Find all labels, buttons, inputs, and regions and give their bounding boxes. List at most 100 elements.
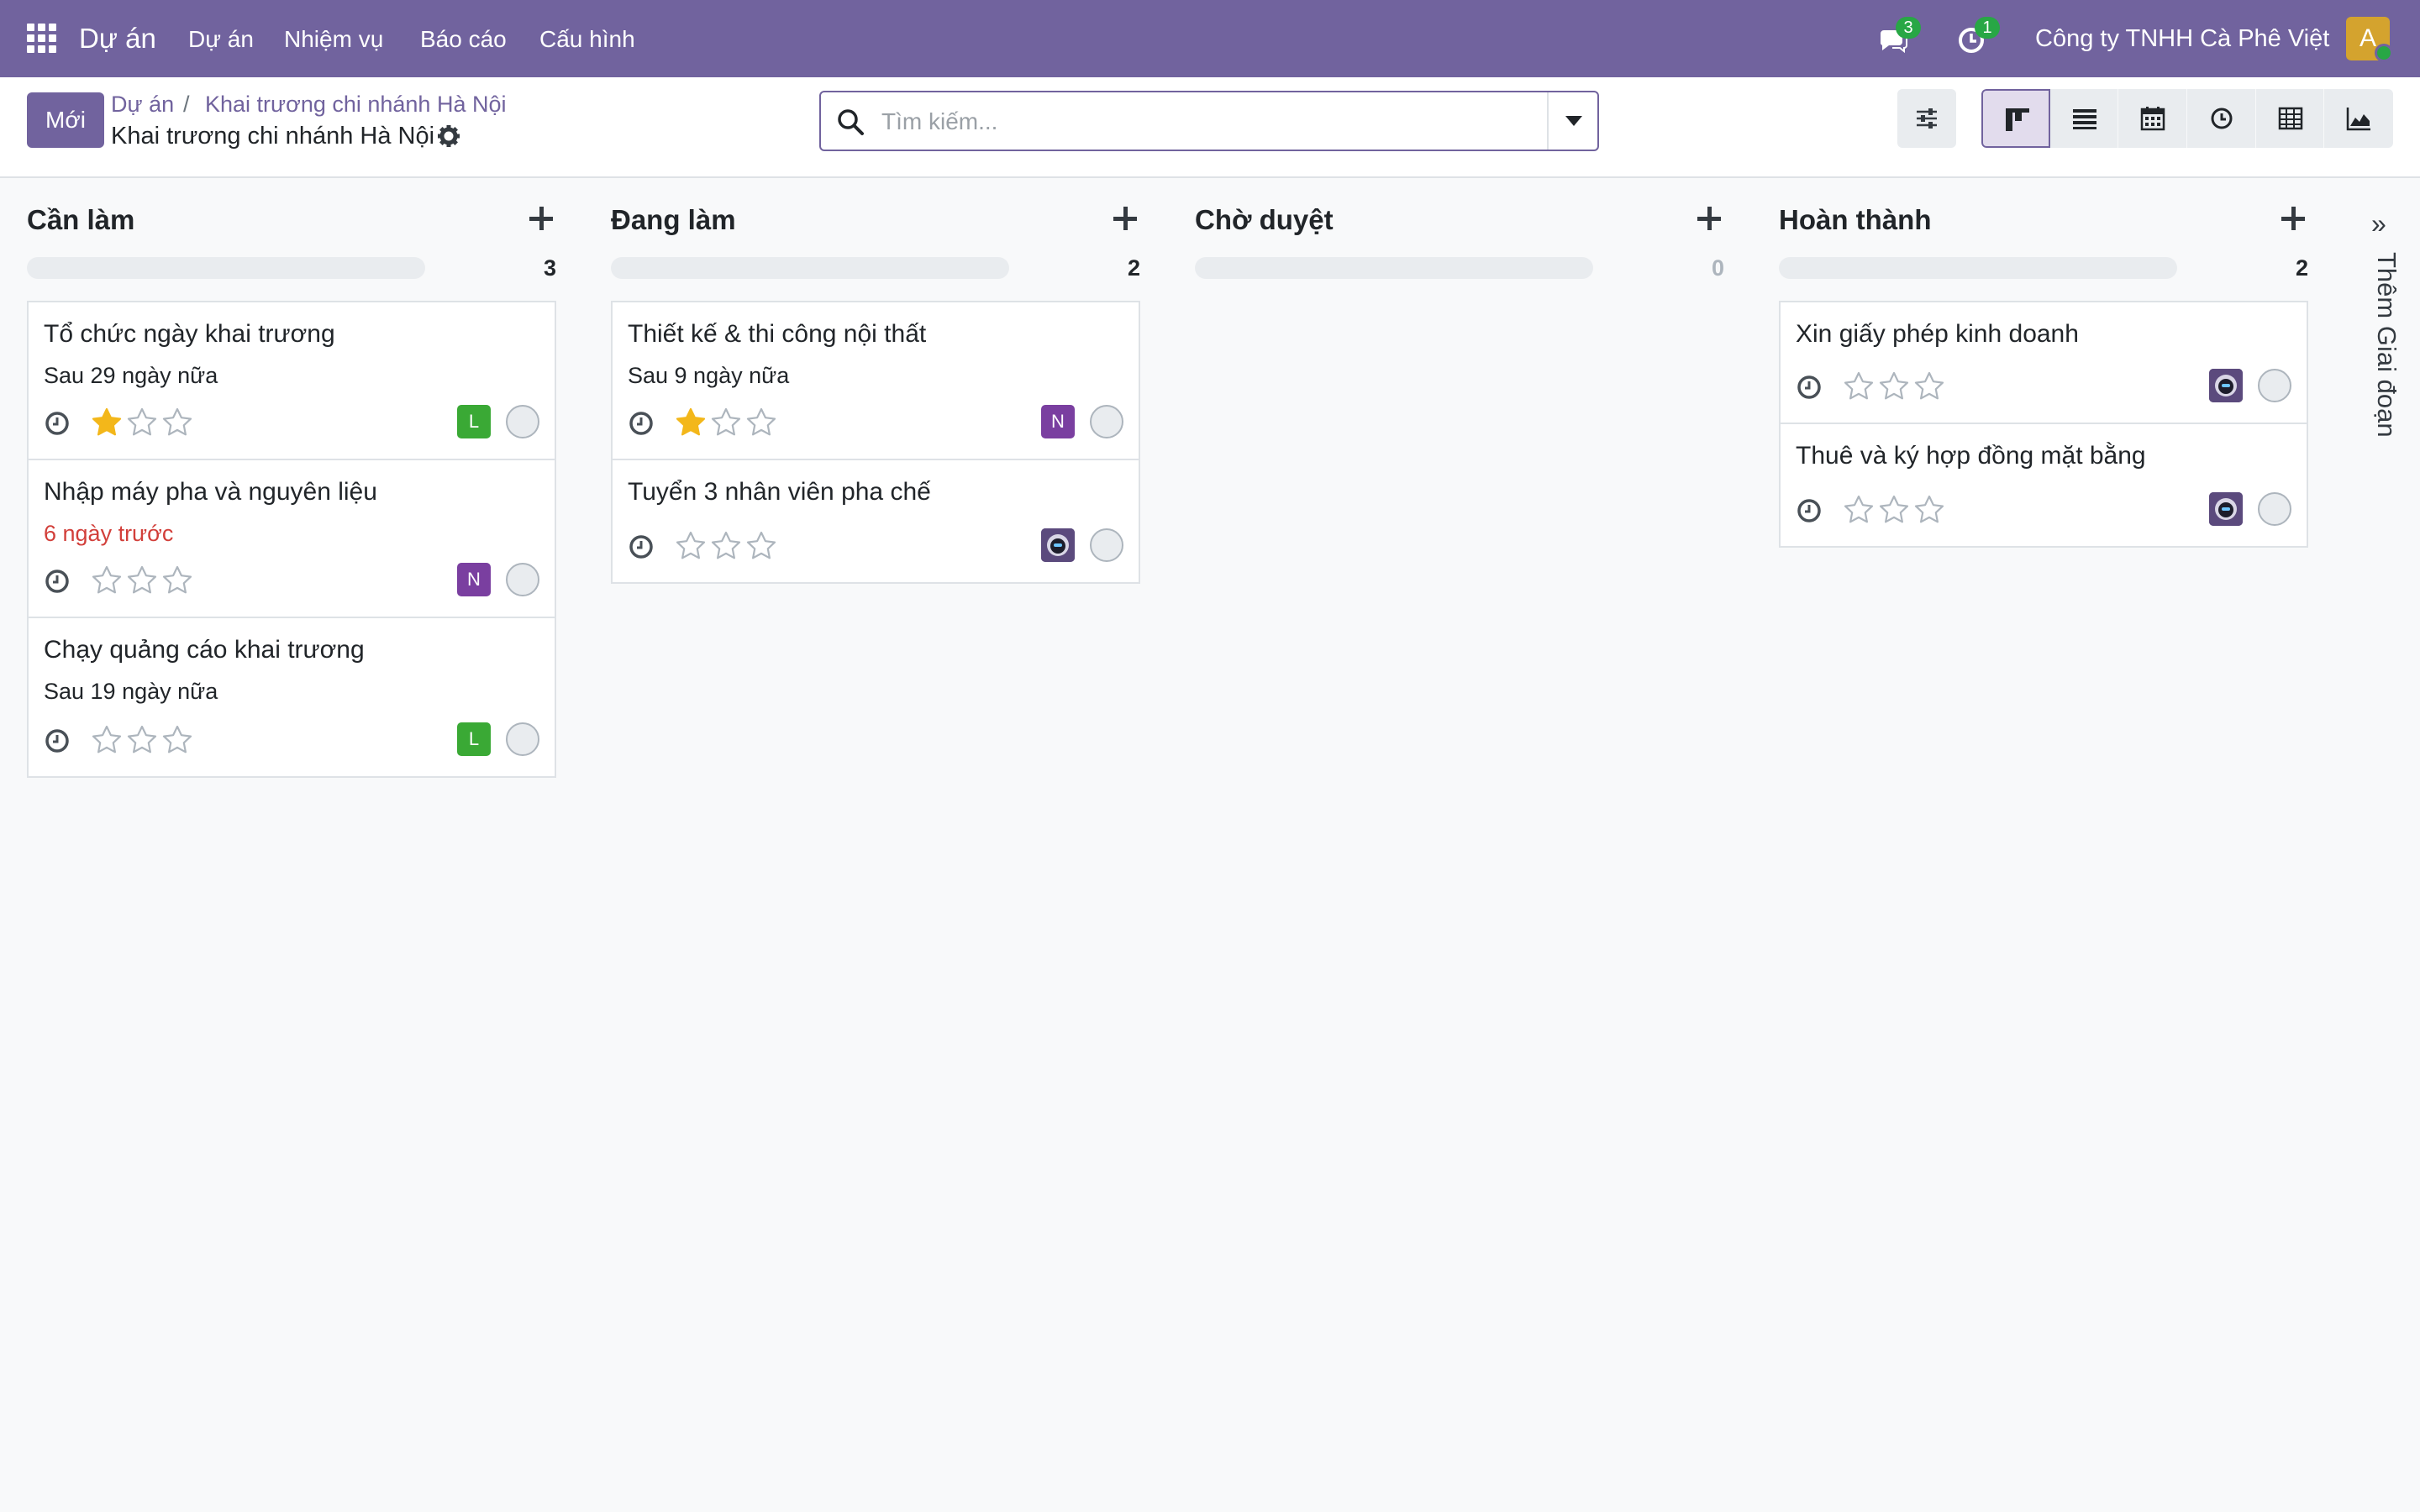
column-title[interactable]: Hoàn thành <box>1779 202 1931 239</box>
activity-clock-icon[interactable] <box>44 727 71 754</box>
star-icon[interactable] <box>745 530 777 562</box>
add-stage-label: Thêm Giai đoạn <box>2372 252 2402 438</box>
star-icon[interactable] <box>1878 494 1910 526</box>
status-circle-icon[interactable] <box>2258 492 2291 526</box>
task-card[interactable]: Chạy quảng cáo khai trương Sau 19 ngày nữ… <box>29 618 555 776</box>
status-circle-icon[interactable] <box>1090 528 1123 562</box>
assignee-avatar[interactable]: L <box>457 405 491 438</box>
star-icon[interactable] <box>675 407 707 438</box>
star-icon[interactable] <box>161 564 193 596</box>
menu-cau-hinh[interactable]: Cấu hình <box>539 25 635 54</box>
view-list-button[interactable] <box>2050 89 2119 148</box>
star-icon[interactable] <box>126 724 158 756</box>
breadcrumb-du-an[interactable]: Dự án <box>111 91 174 118</box>
view-pivot-button[interactable] <box>2256 89 2325 148</box>
star-icon[interactable] <box>161 407 193 438</box>
activity-clock-icon[interactable] <box>1796 497 1823 524</box>
assignee-avatar[interactable]: N <box>457 563 491 596</box>
app-grid-icon[interactable] <box>27 24 57 54</box>
search-input[interactable] <box>881 104 1520 139</box>
status-circle-icon[interactable] <box>506 405 539 438</box>
assignee-avatar[interactable]: N <box>1041 405 1075 438</box>
add-task-icon[interactable] <box>526 203 556 234</box>
status-circle-icon[interactable] <box>506 722 539 756</box>
task-title: Thiết kế & thi công nội thất <box>628 320 927 348</box>
task-card[interactable]: Tổ chức ngày khai trương Sau 29 ngày nữa L <box>29 302 555 460</box>
star-icon[interactable] <box>745 407 777 438</box>
star-icon[interactable] <box>1913 370 1945 402</box>
column-title[interactable]: Cần làm <box>27 202 134 239</box>
view-calendar-button[interactable] <box>2118 89 2188 148</box>
star-icon[interactable] <box>91 407 123 438</box>
new-button[interactable]: Mới <box>27 92 104 148</box>
task-card[interactable]: Thuê và ký hợp đồng mặt bằng <box>1781 424 2307 546</box>
activity-clock-icon[interactable] <box>44 410 71 437</box>
view-activity-button[interactable] <box>2187 89 2256 148</box>
column-title[interactable]: Đang làm <box>611 202 736 239</box>
star-icon[interactable] <box>91 724 123 756</box>
top-navbar: Dự án Dự án Nhiệm vụ Báo cáo Cấu hình 3 … <box>0 0 2420 77</box>
star-icon[interactable] <box>675 530 707 562</box>
task-card[interactable]: Xin giấy phép kinh doanh <box>1781 302 2307 424</box>
task-card[interactable]: Nhập máy pha và nguyên liệu 6 ngày trước N <box>29 460 555 618</box>
star-icon[interactable] <box>91 564 123 596</box>
view-graph-button[interactable] <box>2324 89 2393 148</box>
search-options-toggle[interactable] <box>1547 92 1597 150</box>
view-kanban-button[interactable] <box>1981 89 2050 148</box>
activities-button[interactable]: 1 <box>1956 17 2000 55</box>
task-title: Chạy quảng cáo khai trương <box>44 636 365 664</box>
column-progress-bar[interactable] <box>1195 257 1593 279</box>
star-icon[interactable] <box>710 530 742 562</box>
task-card[interactable]: Thiết kế & thi công nội thất Sau 9 ngày n… <box>613 302 1139 460</box>
app-brand[interactable]: Dự án <box>79 22 156 55</box>
area-chart-icon <box>2347 108 2371 131</box>
breadcrumb-project[interactable]: Khai trương chi nhánh Hà Nội <box>205 91 506 118</box>
card-footer <box>1796 369 2293 402</box>
task-title: Xin giấy phép kinh doanh <box>1796 320 2079 348</box>
filter-settings-button[interactable] <box>1897 89 1956 148</box>
page-title: Khai trương chi nhánh Hà Nội <box>111 123 435 150</box>
assignee-avatar[interactable]: L <box>457 722 491 756</box>
task-card[interactable]: Tuyển 3 nhân viên pha chế <box>613 460 1139 582</box>
star-icon[interactable] <box>1913 494 1945 526</box>
star-icon[interactable] <box>1843 370 1875 402</box>
star-icon[interactable] <box>1878 370 1910 402</box>
add-stage-button[interactable]: » Thêm Giai đoạn <box>2363 202 2403 470</box>
activity-clock-icon[interactable] <box>1796 374 1823 401</box>
star-icon[interactable] <box>126 564 158 596</box>
card-list: Xin giấy phép kinh doanh Thuê và ký hợp đ… <box>1779 301 2308 548</box>
menu-du-an[interactable]: Dự án <box>188 25 254 54</box>
company-switcher[interactable]: Công ty TNHH Cà Phê Việt <box>2035 24 2329 54</box>
add-task-icon[interactable] <box>1694 203 1724 234</box>
column-progress-bar[interactable] <box>27 257 425 279</box>
task-title: Tổ chức ngày khai trương <box>44 320 335 348</box>
activity-clock-icon[interactable] <box>44 568 71 595</box>
column-title[interactable]: Chờ duyệt <box>1195 202 1334 239</box>
list-icon <box>2072 109 2096 129</box>
status-circle-icon[interactable] <box>1090 405 1123 438</box>
gear-icon[interactable] <box>437 124 460 148</box>
column-count: 0 <box>1711 255 1724 281</box>
assignee-avatar[interactable] <box>2209 369 2243 402</box>
add-task-icon[interactable] <box>2278 203 2308 234</box>
star-icon[interactable] <box>710 407 742 438</box>
task-deadline: Sau 29 ngày nữa <box>44 363 218 388</box>
star-icon[interactable] <box>161 724 193 756</box>
star-icon[interactable] <box>1843 494 1875 526</box>
column-progress-bar[interactable] <box>611 257 1009 279</box>
activity-clock-icon[interactable] <box>628 410 655 437</box>
calendar-icon <box>2141 107 2165 131</box>
messages-button[interactable]: 3 <box>1877 17 1921 55</box>
status-circle-icon[interactable] <box>2258 369 2291 402</box>
status-circle-icon[interactable] <box>506 563 539 596</box>
assignee-avatar[interactable] <box>1041 528 1075 562</box>
activity-clock-icon[interactable] <box>628 533 655 560</box>
assignee-avatar[interactable] <box>2209 492 2243 526</box>
column-progress-bar[interactable] <box>1779 257 2177 279</box>
menu-bao-cao[interactable]: Báo cáo <box>420 25 507 54</box>
add-task-icon[interactable] <box>1110 203 1140 234</box>
task-deadline: Sau 19 ngày nữa <box>44 679 218 704</box>
menu-nhiem-vu[interactable]: Nhiệm vụ <box>284 25 383 54</box>
task-title: Thuê và ký hợp đồng mặt bằng <box>1796 442 2146 470</box>
star-icon[interactable] <box>126 407 158 438</box>
